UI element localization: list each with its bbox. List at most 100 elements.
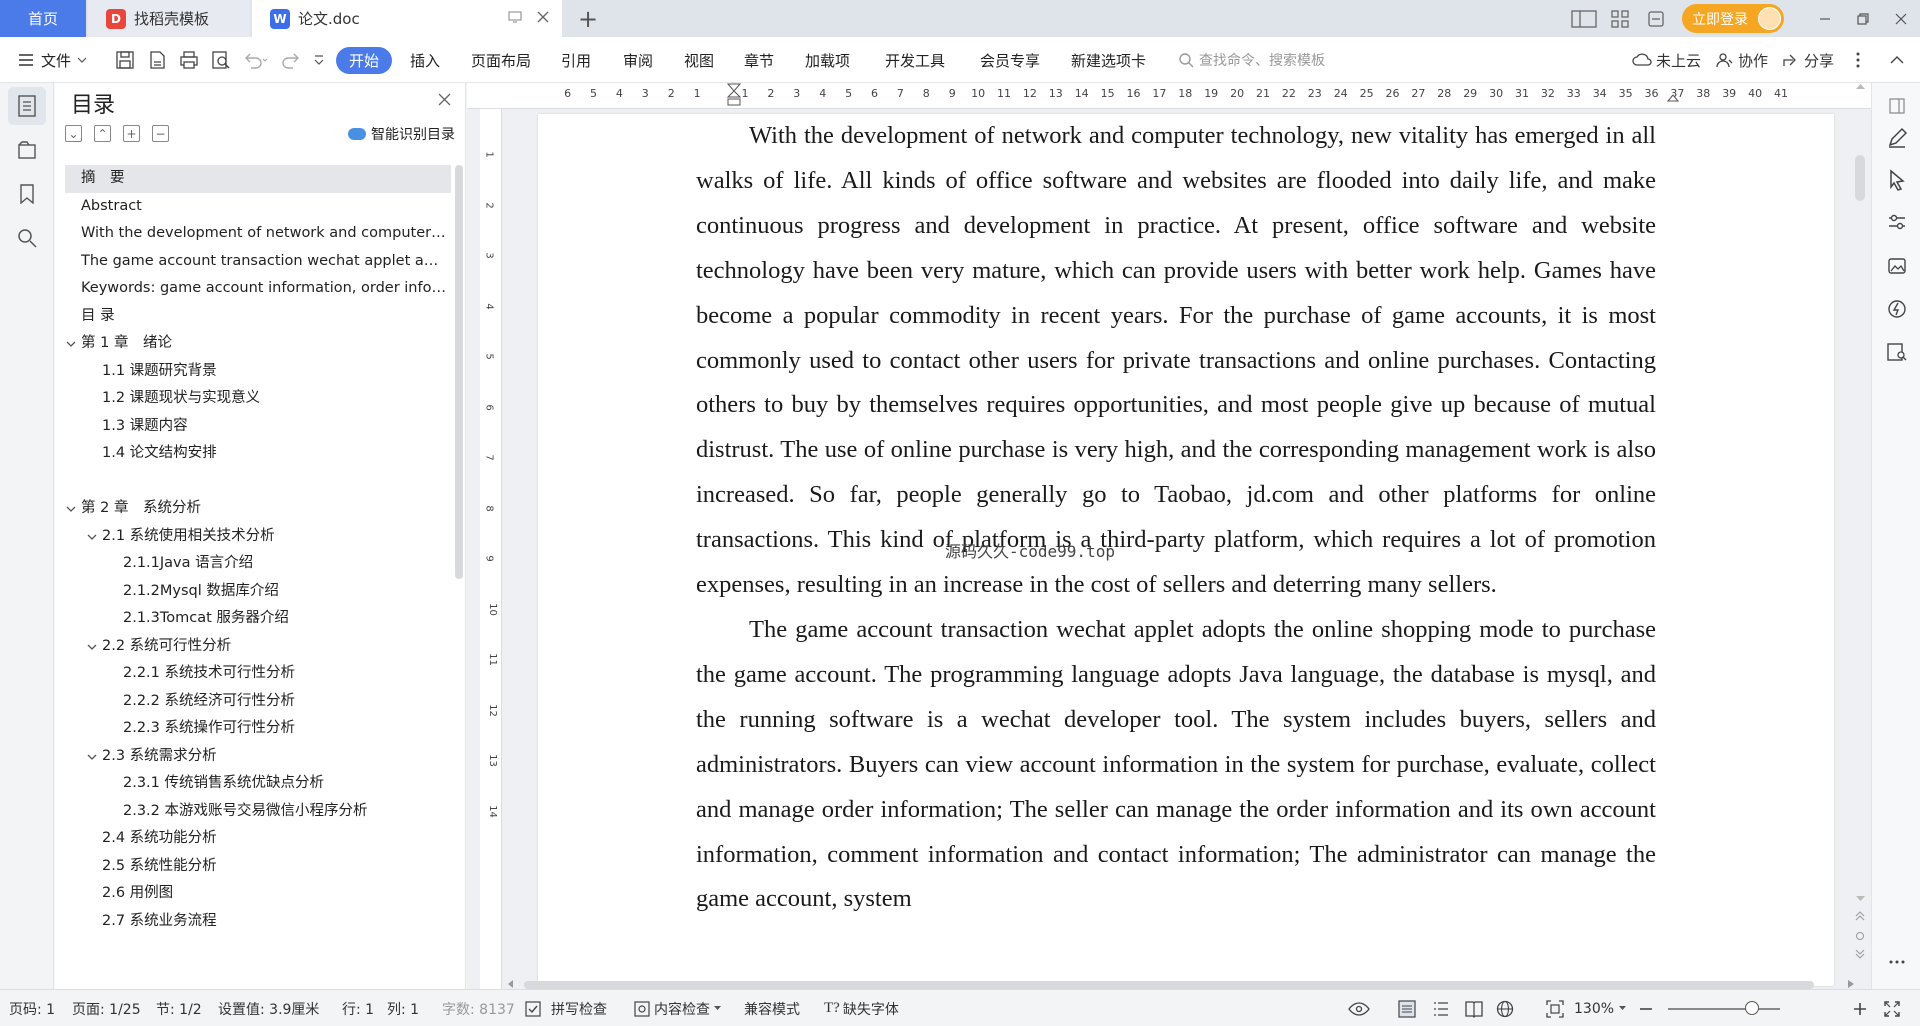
toc-item[interactable]: 2.1.2Mysql 数据库介绍 <box>65 578 451 606</box>
tab-review[interactable]: 审阅 <box>623 37 653 83</box>
tab-references[interactable]: 引用 <box>561 37 591 83</box>
more-options-icon[interactable] <box>1856 37 1860 83</box>
status-page-number[interactable]: 页码: 1 <box>9 990 55 1026</box>
spell-check-button[interactable]: 拼写检查 <box>525 990 607 1026</box>
toc-item[interactable]: 2.7 系统业务流程 <box>65 908 451 936</box>
save-icon[interactable] <box>115 50 135 70</box>
add-tab-button[interactable]: + <box>574 5 602 33</box>
toc-item[interactable]: With the development of network and comp… <box>65 220 451 248</box>
eye-protection-icon[interactable] <box>1348 990 1370 1026</box>
remove-heading-icon[interactable]: − <box>152 125 169 142</box>
scroll-left-icon[interactable] <box>508 980 514 988</box>
chevron-down-icon[interactable] <box>66 339 76 349</box>
collapse-ribbon-icon[interactable] <box>1890 37 1904 83</box>
paragraph[interactable]: With the development of network and comp… <box>696 114 1656 608</box>
print-preview-icon[interactable] <box>211 50 231 70</box>
file-menu[interactable]: 文件 <box>18 37 87 83</box>
toc-item[interactable]: Keywords: game account information, orde… <box>65 275 451 303</box>
command-search[interactable]: 查找命令、搜索模板 <box>1178 37 1325 83</box>
read-mode-icon[interactable] <box>1884 339 1910 365</box>
toc-item[interactable]: 2.3.1 传统销售系统优缺点分析 <box>65 770 451 798</box>
zoom-level[interactable]: 130% <box>1574 990 1627 1026</box>
layout-icon[interactable] <box>1566 4 1602 34</box>
tab-page-layout[interactable]: 页面布局 <box>471 37 531 83</box>
document-body[interactable]: With the development of network and comp… <box>696 114 1656 922</box>
cloud-status[interactable]: 未上云 <box>1632 37 1701 83</box>
collapse-all-icon[interactable]: ⌃ <box>94 125 111 142</box>
toc-item[interactable]: 2.4 系统功能分析 <box>65 825 451 853</box>
toc-item[interactable]: 第 1 章 绪论 <box>65 330 451 358</box>
add-heading-icon[interactable]: + <box>123 125 140 142</box>
toc-item[interactable]: 1.1 课题研究背景 <box>65 358 451 386</box>
chevron-down-icon[interactable] <box>87 642 97 652</box>
web-view-icon[interactable] <box>1496 990 1514 1026</box>
indent-marker-icon[interactable] <box>727 83 741 109</box>
find-icon[interactable] <box>8 219 46 257</box>
tab-home[interactable]: 首页 <box>0 0 86 37</box>
hide-panel-icon[interactable] <box>1884 93 1910 119</box>
toc-item[interactable]: 目 录 <box>65 303 451 331</box>
chevron-down-icon[interactable] <box>66 504 76 514</box>
print-icon[interactable] <box>179 50 199 70</box>
undo-icon[interactable] <box>243 50 269 70</box>
missing-font-button[interactable]: T? 缺失字体 <box>824 990 899 1026</box>
skin-icon[interactable] <box>1638 4 1674 34</box>
tab-insert[interactable]: 插入 <box>410 37 440 83</box>
chevron-down-icon[interactable] <box>87 532 97 542</box>
vertical-scroll-thumb[interactable] <box>1855 155 1865 201</box>
tab-chapter[interactable]: 章节 <box>744 37 774 83</box>
tab-member[interactable]: 会员专享 <box>980 37 1040 83</box>
zoom-slider-knob[interactable] <box>1745 1001 1759 1015</box>
share-button[interactable]: 分享 <box>1782 37 1834 83</box>
toc-item[interactable]: 1.3 课题内容 <box>65 413 451 441</box>
toc-item[interactable]: 2.2.2 系统经济可行性分析 <box>65 688 451 716</box>
close-window-icon[interactable] <box>1882 0 1920 37</box>
toc-item[interactable]: 2.6 用例图 <box>65 880 451 908</box>
toc-item[interactable]: 1.4 论文结构安排 <box>65 440 451 468</box>
right-indent-marker-icon[interactable] <box>1667 91 1679 103</box>
close-tab-icon[interactable] <box>536 10 550 24</box>
toc-item[interactable]: 2.2.3 系统操作可行性分析 <box>65 715 451 743</box>
content-check-button[interactable]: 内容检查 <box>634 990 721 1026</box>
picture-tool-icon[interactable] <box>1884 253 1910 279</box>
toc-scrollbar[interactable] <box>455 165 463 579</box>
collaborate-button[interactable]: 协作 <box>1716 37 1768 83</box>
restore-icon[interactable] <box>1844 0 1882 37</box>
document-page[interactable]: With the development of network and comp… <box>538 114 1834 986</box>
close-icon[interactable] <box>438 93 451 110</box>
chapter-nav-icon[interactable] <box>8 131 46 169</box>
zoom-out-icon[interactable] <box>1640 990 1652 1026</box>
tab-document[interactable]: W 论文.doc <box>252 0 562 37</box>
toc-item[interactable]: 2.1.1Java 语言介绍 <box>65 550 451 578</box>
settings-sliders-icon[interactable] <box>1884 209 1910 235</box>
prev-page-icon[interactable] <box>1855 911 1865 921</box>
tab-addins[interactable]: 加载项 <box>805 37 850 83</box>
horizontal-ruler[interactable]: 6 5 4 3 2 1 1 2 3 4 5 6 7 8 9 10 11 12 13 14 15 16 17 18 19 20 21 2… <box>467 83 1871 109</box>
horizontal-scrollbar[interactable] <box>502 979 1856 989</box>
toc-item[interactable]: Abstract <box>65 193 451 221</box>
status-setting-value[interactable]: 设置值: 3.9厘米 <box>218 990 319 1026</box>
select-browse-icon[interactable] <box>1855 931 1865 941</box>
scroll-down-icon[interactable] <box>1856 895 1865 902</box>
toc-item[interactable]: The game account transaction wechat appl… <box>65 248 451 276</box>
more-icon[interactable] <box>1884 949 1910 975</box>
status-word-count[interactable]: 字数: 8137 <box>442 990 515 1026</box>
tab-view[interactable]: 视图 <box>684 37 714 83</box>
scroll-up-icon[interactable] <box>1856 83 1865 90</box>
fullscreen-icon[interactable] <box>1884 990 1900 1026</box>
next-page-icon[interactable] <box>1855 949 1865 959</box>
toc-item[interactable]: 2.1.3Tomcat 服务器介绍 <box>65 605 451 633</box>
zoom-in-icon[interactable] <box>1854 990 1866 1026</box>
vertical-ruler[interactable]: 1 2 3 4 5 6 7 8 9 10 11 12 13 14 <box>480 109 502 989</box>
status-section[interactable]: 节: 1/2 <box>156 990 202 1026</box>
status-row[interactable]: 行: 1 <box>342 990 374 1026</box>
toc-item[interactable] <box>65 468 451 496</box>
redo-icon[interactable] <box>281 50 301 70</box>
toc-item[interactable]: 2.2 系统可行性分析 <box>65 633 451 661</box>
minimize-icon[interactable] <box>1806 0 1844 37</box>
export-pdf-icon[interactable] <box>147 50 167 70</box>
toc-item[interactable]: 2.2.1 系统技术可行性分析 <box>65 660 451 688</box>
tab-new[interactable]: 新建选项卡 <box>1071 37 1146 83</box>
zoom-slider[interactable] <box>1668 1008 1780 1010</box>
page-view-icon[interactable] <box>1398 990 1416 1026</box>
